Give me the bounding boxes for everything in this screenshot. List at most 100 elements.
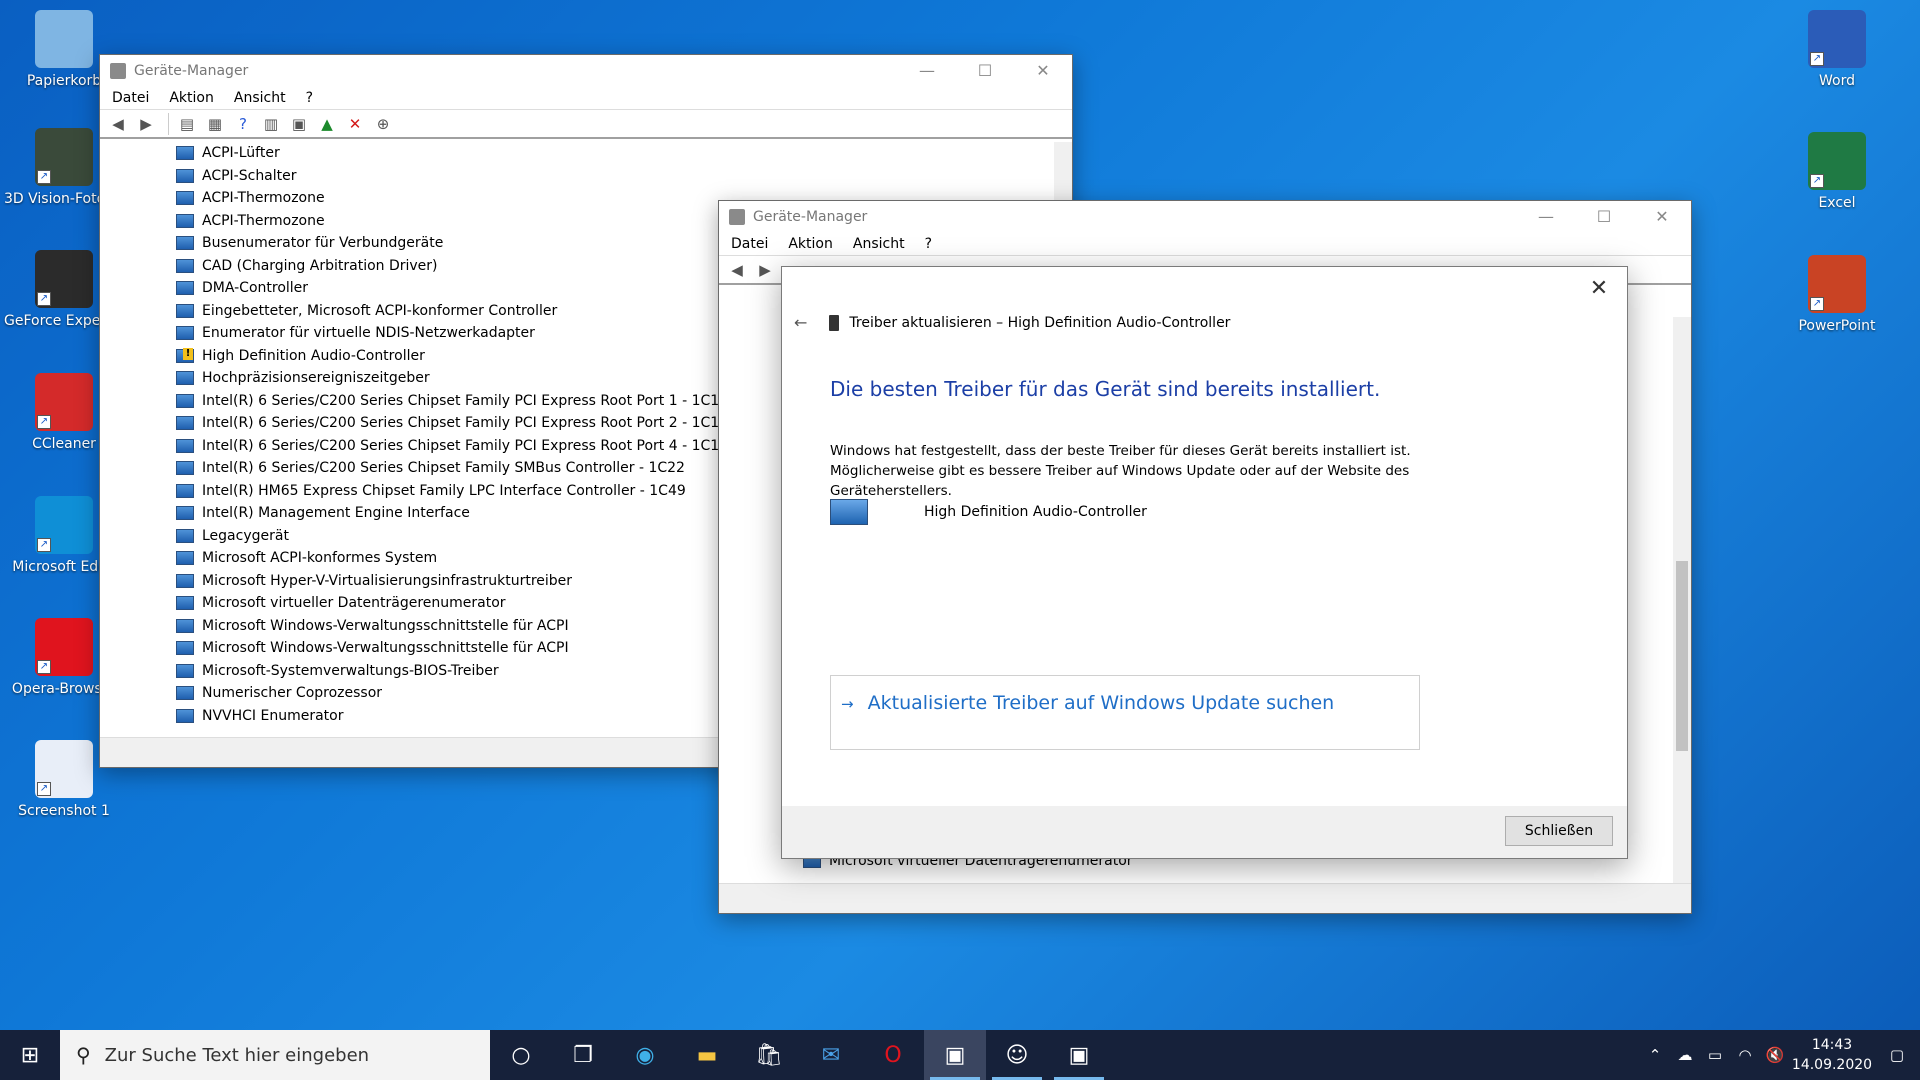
menu-bar: Datei Aktion Ansicht ?	[719, 233, 1691, 255]
edge-taskbar-icon[interactable]: ◉	[614, 1030, 676, 1080]
show-hide-tree-icon[interactable]: ▤	[175, 113, 199, 135]
tree-item[interactable]: ACPI-Lüfter	[100, 142, 1072, 165]
store-taskbar-icon[interactable]: 🛍	[738, 1030, 800, 1080]
edge-icon: ↗	[35, 496, 93, 554]
menu-ansicht[interactable]: Ansicht	[234, 90, 286, 106]
opera-taskbar-icon[interactable]: O	[862, 1030, 924, 1080]
tree-item-label: Numerischer Coprozessor	[202, 685, 383, 702]
forward-icon[interactable]: ▶	[134, 113, 158, 135]
vertical-scrollbar[interactable]	[1673, 317, 1691, 883]
search-box[interactable]: ⚲ Zur Suche Text hier eingeben	[60, 1030, 490, 1080]
people-taskbar-icon[interactable]: ☺	[986, 1030, 1048, 1080]
windows-update-link-box[interactable]: → Aktualisierte Treiber auf Windows Upda…	[830, 675, 1420, 750]
task-view-icon[interactable]: ❐	[552, 1030, 614, 1080]
tree-item-label: Intel(R) Management Engine Interface	[202, 505, 470, 522]
menu-datei[interactable]: Datei	[112, 90, 149, 106]
menu-help[interactable]: ?	[925, 236, 932, 252]
help-icon[interactable]: ?	[231, 113, 255, 135]
device-icon	[176, 618, 194, 633]
device-manager-taskbar-icon-2[interactable]: ▣	[1048, 1030, 1110, 1080]
clock[interactable]: 14:43 14.09.2020	[1790, 1035, 1874, 1075]
dialog-close-icon[interactable]: ✕	[1585, 275, 1613, 303]
menu-datei[interactable]: Datei	[731, 236, 768, 252]
back-arrow-icon[interactable]: ←	[794, 313, 807, 332]
word-icon: ↗	[1808, 10, 1866, 68]
device-manager-taskbar-icon[interactable]: ▣	[924, 1030, 986, 1080]
taskbar: ⊞ ⚲ Zur Suche Text hier eingeben ○ ❐ ◉ ▬…	[0, 1030, 1920, 1080]
desktop-icon-label: PowerPoint	[1798, 318, 1876, 334]
shortcut-arrow-icon: ↗	[37, 660, 51, 674]
chevron-up-icon[interactable]: ⌃	[1640, 1046, 1670, 1064]
menu-ansicht[interactable]: Ansicht	[853, 236, 905, 252]
explorer-taskbar-icon[interactable]: ▬	[676, 1030, 738, 1080]
desktop-icon-powerpoint[interactable]: ↗ PowerPoint	[1777, 255, 1897, 335]
shortcut-arrow-icon: ↗	[37, 415, 51, 429]
scrollbar-thumb[interactable]	[1676, 561, 1688, 751]
close-button[interactable]: ✕	[1014, 55, 1072, 87]
title-bar[interactable]: Geräte-Manager — ☐ ✕	[719, 201, 1691, 233]
title-bar[interactable]: Geräte-Manager — ☐ ✕	[100, 55, 1072, 87]
disable-icon[interactable]: ⊕	[371, 113, 395, 135]
desktop-icon-word[interactable]: ↗ Word	[1777, 10, 1897, 90]
minimize-button[interactable]: —	[898, 55, 956, 87]
mail-taskbar-icon[interactable]: ✉	[800, 1030, 862, 1080]
time: 14:43	[1811, 1037, 1853, 1053]
device-icon	[176, 708, 194, 723]
scan-hardware-icon[interactable]: ▣	[287, 113, 311, 135]
menu-aktion[interactable]: Aktion	[788, 236, 833, 252]
windows-update-link[interactable]: Aktualisierte Treiber auf Windows Update…	[868, 692, 1335, 714]
close-button[interactable]: ✕	[1633, 201, 1691, 233]
notifications-icon[interactable]: ▢	[1874, 1046, 1920, 1064]
forward-icon[interactable]: ▶	[753, 259, 777, 281]
device-icon	[176, 596, 194, 611]
powerpoint-icon: ↗	[1808, 255, 1866, 313]
tree-item-label: Intel(R) 6 Series/C200 Series Chipset Fa…	[202, 392, 729, 409]
back-icon[interactable]: ◀	[106, 113, 130, 135]
tree-item-label: ACPI-Schalter	[202, 167, 297, 184]
window-title: Geräte-Manager	[753, 209, 868, 225]
cortana-icon[interactable]: ○	[490, 1030, 552, 1080]
tree-item[interactable]: ACPI-Schalter	[100, 165, 1072, 188]
dialog-title: Die besten Treiber für das Gerät sind be…	[830, 377, 1381, 401]
desktop-icon-excel[interactable]: ↗ Excel	[1777, 132, 1897, 212]
device-icon	[176, 326, 194, 341]
recycle-bin-icon	[35, 10, 93, 68]
battery-icon[interactable]: ▭	[1700, 1046, 1730, 1064]
maximize-button[interactable]: ☐	[1575, 201, 1633, 233]
tree-item-label: Intel(R) HM65 Express Chipset Family LPC…	[202, 482, 686, 499]
device-icon	[176, 483, 194, 498]
tree-item-label: Intel(R) 6 Series/C200 Series Chipset Fa…	[202, 437, 729, 454]
uninstall-icon[interactable]: ✕	[343, 113, 367, 135]
status-bar	[719, 883, 1691, 913]
properties-icon[interactable]: ▦	[203, 113, 227, 135]
tree-item-label: Microsoft Windows-Verwaltungsschnittstel…	[202, 640, 569, 657]
volume-muted-icon[interactable]: 🔇	[1760, 1046, 1790, 1064]
search-placeholder: Zur Suche Text hier eingeben	[104, 1044, 370, 1066]
screenshot-icon: ↗	[35, 740, 93, 798]
maximize-button[interactable]: ☐	[956, 55, 1014, 87]
view-icon[interactable]: ▥	[259, 113, 283, 135]
menu-help[interactable]: ?	[306, 90, 313, 106]
device-icon	[176, 461, 194, 476]
onedrive-icon[interactable]: ☁	[1670, 1046, 1700, 1064]
menu-aktion[interactable]: Aktion	[169, 90, 214, 106]
tree-item-label: Microsoft Windows-Verwaltungsschnittstel…	[202, 617, 569, 634]
start-button[interactable]: ⊞	[0, 1030, 60, 1080]
close-dialog-button[interactable]: Schließen	[1505, 816, 1613, 846]
update-driver-icon[interactable]: ▲	[315, 113, 339, 135]
dialog-header: ← Treiber aktualisieren – High Definitio…	[794, 313, 1230, 332]
tree-item-label: ACPI-Lüfter	[202, 145, 280, 162]
wifi-icon[interactable]: ◠	[1730, 1046, 1760, 1064]
device-icon	[176, 393, 194, 408]
tree-item-label: Eingebetteter, Microsoft ACPI-konformer …	[202, 302, 558, 319]
tree-item-label: ACPI-Thermozone	[202, 212, 325, 229]
dialog-device-name: High Definition Audio-Controller	[924, 504, 1147, 520]
back-icon[interactable]: ◀	[725, 259, 749, 281]
tree-item-label: Microsoft Hyper-V-Virtualisierungsinfras…	[202, 572, 573, 589]
tree-item-label: Intel(R) 6 Series/C200 Series Chipset Fa…	[202, 415, 729, 432]
minimize-button[interactable]: —	[1517, 201, 1575, 233]
search-icon: ⚲	[76, 1043, 91, 1067]
update-driver-dialog[interactable]: ✕ ← Treiber aktualisieren – High Definit…	[781, 266, 1628, 859]
tree-item-label: Busenumerator für Verbundgeräte	[202, 235, 444, 252]
shortcut-arrow-icon: ↗	[37, 292, 51, 306]
